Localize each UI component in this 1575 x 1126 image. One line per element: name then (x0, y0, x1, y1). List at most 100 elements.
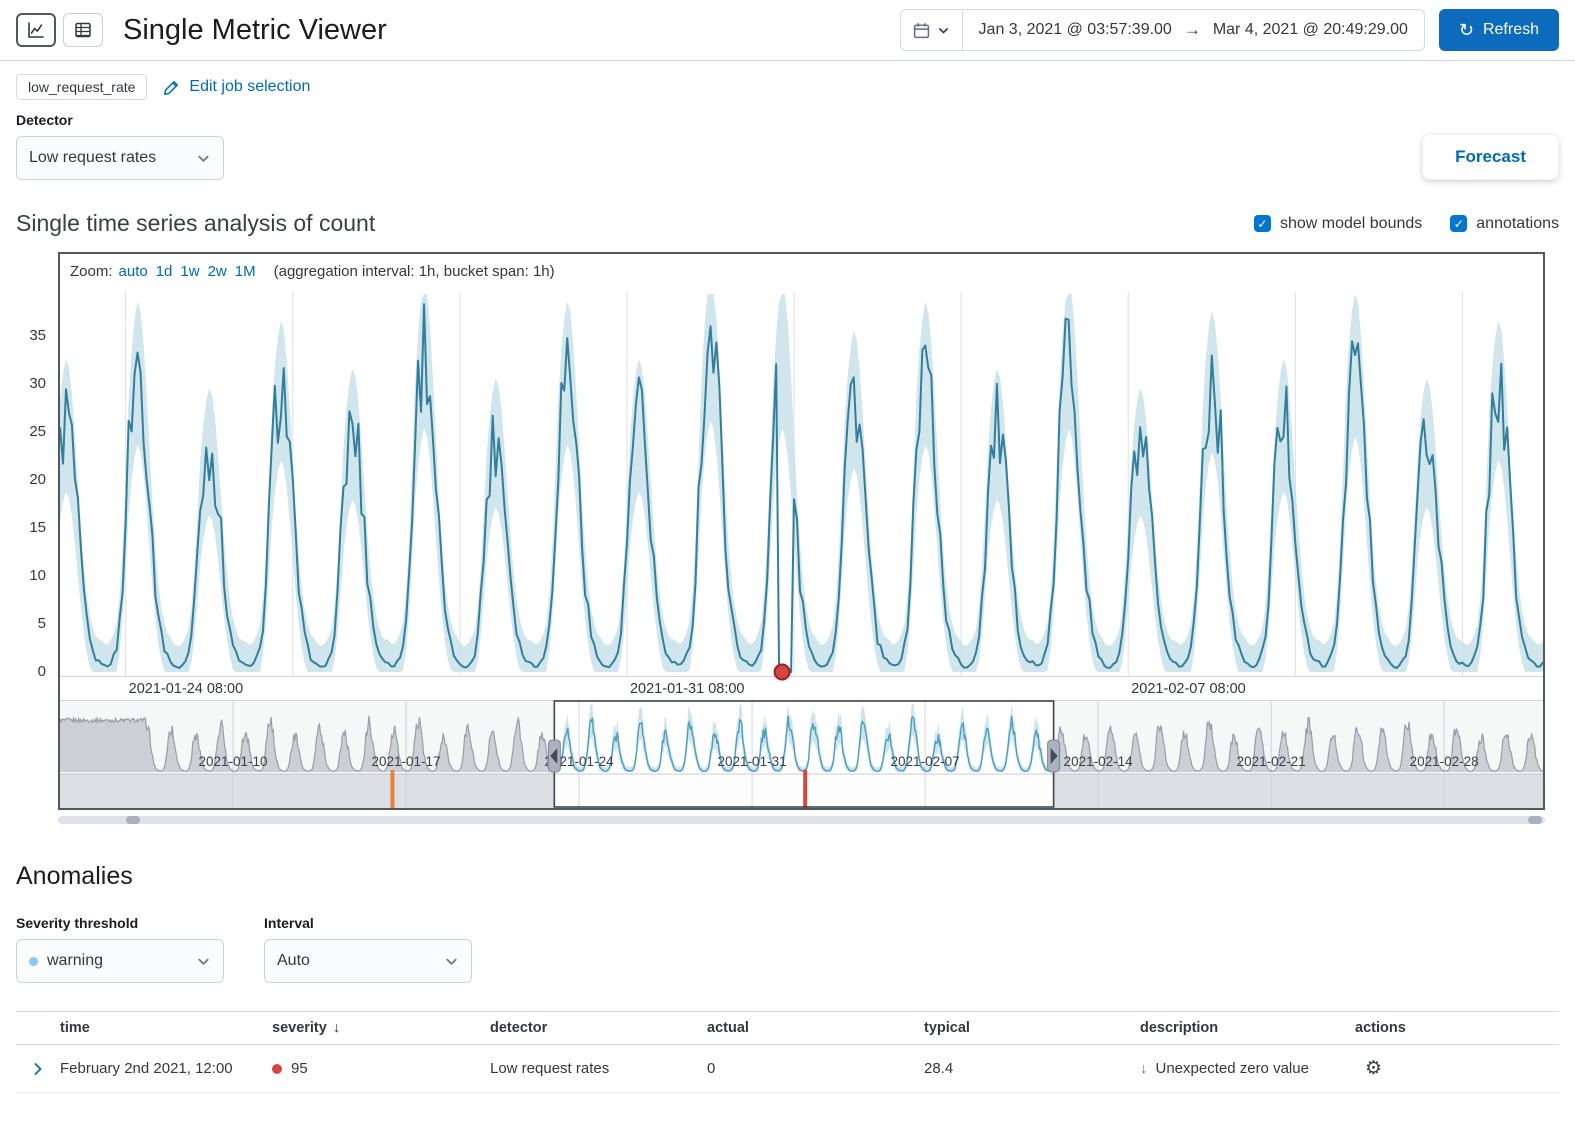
interval-label: Interval (264, 915, 472, 931)
zoom-option-1d[interactable]: 1d (156, 263, 173, 280)
chevron-down-icon (196, 954, 211, 969)
y-tick-35: 35 (29, 327, 46, 344)
anomaly-description: ↓Unexpected zero value (1140, 1060, 1355, 1077)
interval-selected-value: Auto (277, 952, 310, 970)
zoom-label: Zoom: (70, 263, 113, 280)
main-chart[interactable]: 2021-01-24 08:00 2021-01-31 08:00 2021-02-… (60, 288, 1543, 700)
chevron-right-icon (30, 1061, 46, 1077)
zoom-options: auto 1d 1w 2w 1M (119, 263, 256, 280)
column-header-description[interactable]: description (1140, 1020, 1355, 1036)
anomalies-section: Anomalies Severity threshold warning Int… (0, 824, 1575, 1093)
chevron-down-icon (196, 151, 211, 166)
anomaly-row: February 2nd 2021, 12:0095Low request ra… (16, 1045, 1559, 1093)
anomaly-actual: 0 (707, 1060, 924, 1077)
svg-text:2021-02-07: 2021-02-07 (891, 754, 960, 769)
edit-job-selection-link[interactable]: Edit job selection (163, 78, 310, 96)
column-header-time[interactable]: time (60, 1020, 272, 1036)
time-range-end[interactable]: Mar 4, 2021 @ 20:49:29.00 (1213, 21, 1408, 39)
severity-threshold-select[interactable]: warning (16, 939, 224, 983)
scrollbar-right-handle[interactable] (1528, 816, 1542, 824)
page-title: Single Metric Viewer (123, 14, 387, 47)
table-view-button[interactable] (63, 13, 103, 47)
aggregation-interval-label: (aggregation interval: 1h, bucket span: … (274, 263, 555, 280)
chevron-down-icon (444, 954, 459, 969)
checkbox-checked-icon: ✓ (1450, 215, 1467, 232)
y-tick-25: 25 (29, 423, 46, 440)
chart-section: 05101520253035 Zoom: auto1d1w2w1M (aggre… (0, 237, 1575, 810)
zoom-option-1M[interactable]: 1M (235, 263, 256, 280)
zoom-option-2w[interactable]: 2w (208, 263, 227, 280)
forecast-button[interactable]: Forecast (1422, 134, 1559, 180)
zoom-bar: Zoom: auto 1d 1w 2w 1M (aggregation interval… (60, 254, 1543, 288)
show-model-bounds-label: show model bounds (1280, 215, 1422, 233)
refresh-icon: ↻ (1459, 21, 1474, 39)
column-header-actual[interactable]: actual (707, 1020, 924, 1036)
anomaly-marker-dot (775, 665, 790, 680)
show-model-bounds-checkbox[interactable]: ✓ show model bounds (1254, 215, 1422, 233)
interval-select[interactable]: Auto (264, 939, 472, 983)
chart-scrollbar[interactable] (58, 816, 1545, 824)
sort-desc-icon: ↓ (333, 1020, 340, 1036)
annotation-marker (390, 770, 394, 808)
refresh-label: Refresh (1483, 21, 1539, 39)
svg-text:2021-01-31 08:00: 2021-01-31 08:00 (630, 681, 745, 697)
svg-text:2021-01-17: 2021-01-17 (371, 754, 440, 769)
zoom-option-1w[interactable]: 1w (180, 263, 199, 280)
context-chart[interactable]: 2021-01-102021-01-172021-01-242021-01-31… (60, 700, 1543, 808)
gear-icon[interactable]: ⚙ (1355, 1058, 1382, 1079)
time-series-chart-panel: Zoom: auto 1d 1w 2w 1M (aggregation interval… (58, 252, 1545, 810)
arrow-right-icon: → (1184, 20, 1201, 40)
anomalies-filters: Severity threshold warning Interval Auto (16, 915, 1559, 983)
view-toggle (16, 13, 103, 47)
svg-text:2021-02-21: 2021-02-21 (1237, 754, 1306, 769)
column-header-severity[interactable]: severity↓ (272, 1020, 490, 1036)
series-section-header: Single time series analysis of count ✓ s… (0, 180, 1575, 237)
detector-select[interactable]: Low request rates (16, 136, 224, 180)
chart-view-button[interactable] (16, 13, 56, 47)
anomaly-time: February 2nd 2021, 12:00 (60, 1060, 272, 1077)
detector-selected-value: Low request rates (29, 149, 156, 167)
anomaly-severity: 95 (272, 1060, 490, 1077)
column-header-detector[interactable]: detector (490, 1020, 707, 1036)
y-tick-0: 0 (38, 663, 46, 680)
calendar-icon (913, 22, 930, 39)
expand-row-button[interactable] (16, 1061, 60, 1077)
y-tick-30: 30 (29, 375, 46, 392)
severity-warning-dot-icon (29, 957, 38, 966)
svg-text:2021-01-10: 2021-01-10 (198, 754, 267, 769)
scrollbar-left-handle[interactable] (126, 816, 140, 824)
data-table-icon (73, 20, 93, 40)
column-header-actions[interactable]: actions (1355, 1020, 1559, 1036)
time-range-picker: Jan 3, 2021 @ 03:57:39.00 → Mar 4, 2021 … (900, 9, 1425, 51)
y-tick-5: 5 (38, 615, 46, 632)
anomalies-table-body: February 2nd 2021, 12:0095Low request ra… (16, 1045, 1559, 1093)
svg-text:2021-02-14: 2021-02-14 (1064, 754, 1134, 769)
detector-label: Detector (16, 112, 224, 128)
arrow-down-icon: ↓ (1140, 1060, 1148, 1077)
detector-section: Detector Low request rates Forecast (0, 104, 1575, 180)
svg-text:2021-01-24 08:00: 2021-01-24 08:00 (129, 681, 244, 697)
refresh-button[interactable]: ↻ Refresh (1439, 9, 1559, 51)
anomaly-marker (803, 770, 807, 808)
severity-selected-value: warning (47, 952, 103, 970)
annotations-checkbox[interactable]: ✓ annotations (1450, 215, 1559, 233)
y-tick-15: 15 (29, 519, 46, 536)
severity-critical-icon (272, 1064, 282, 1074)
anomaly-actions: ⚙ (1355, 1057, 1559, 1080)
quick-select-button[interactable] (901, 10, 963, 50)
app-header: Single Metric Viewer Jan 3, 2021 @ 03:57… (0, 0, 1575, 61)
severity-threshold-label: Severity threshold (16, 915, 224, 931)
chart-scrollbar-row (0, 810, 1575, 824)
time-range-start[interactable]: Jan 3, 2021 @ 03:57:39.00 (979, 21, 1172, 39)
model-bounds-area (60, 294, 1543, 672)
series-chart-title: Single time series analysis of count (16, 210, 375, 237)
anomalies-heading: Anomalies (16, 862, 1559, 891)
y-axis-labels: 05101520253035 (0, 252, 58, 810)
zoom-option-auto[interactable]: auto (119, 263, 148, 280)
pencil-icon (163, 79, 180, 96)
svg-text:2021-02-07 08:00: 2021-02-07 08:00 (1131, 681, 1246, 697)
edit-job-selection-label: Edit job selection (189, 78, 310, 96)
svg-text:2021-01-31: 2021-01-31 (718, 754, 787, 769)
job-selection-bar: low_request_rate Edit job selection (0, 61, 1575, 104)
column-header-typical[interactable]: typical (924, 1020, 1140, 1036)
